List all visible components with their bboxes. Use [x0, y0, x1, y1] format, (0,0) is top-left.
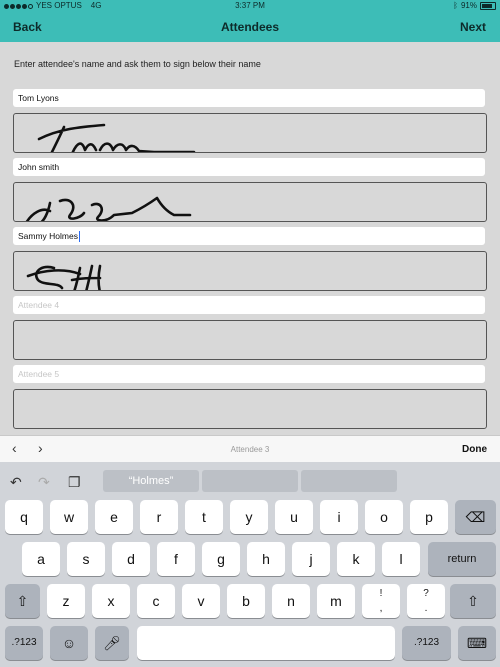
space-bar[interactable]: [137, 626, 395, 660]
shift-key-left[interactable]: ⇧: [5, 584, 40, 618]
signature-drawing: [37, 123, 196, 152]
microphone-icon: 🎤︎: [103, 635, 121, 651]
return-key[interactable]: return: [428, 542, 496, 576]
status-right: ᛒ 91%: [453, 0, 496, 12]
question-period-key[interactable]: ? .: [407, 584, 445, 618]
key-v[interactable]: v: [182, 584, 220, 618]
undo-icon[interactable]: ↶: [10, 474, 22, 491]
attendee-2-name-field[interactable]: John smith: [13, 158, 485, 176]
key-n[interactable]: n: [272, 584, 310, 618]
shift-icon: ⇧: [16, 593, 29, 609]
signature-drawing: [25, 196, 192, 221]
attendee-4-placeholder: Attendee 4: [18, 300, 60, 310]
backspace-key[interactable]: ⌫: [455, 500, 496, 534]
key-e[interactable]: e: [95, 500, 133, 534]
bluetooth-icon: ᛒ: [453, 1, 458, 10]
attendee-5-signature-pad[interactable]: [13, 389, 487, 429]
key-j[interactable]: j: [292, 542, 330, 576]
page-title: Attendees: [220, 20, 279, 34]
key-z[interactable]: z: [47, 584, 85, 618]
keyboard-toolbar: ↶ ↷ ❐ “Holmes”: [0, 462, 500, 497]
key-b[interactable]: b: [227, 584, 265, 618]
key-s[interactable]: s: [67, 542, 105, 576]
keyboard: ↶ ↷ ❐ “Holmes” q w e r t y u i o p ⌫ a s…: [0, 462, 500, 667]
exclamation-comma-key[interactable]: ! ,: [362, 584, 400, 618]
attendee-5-placeholder: Attendee 5: [18, 369, 60, 379]
key-d[interactable]: d: [112, 542, 150, 576]
attendee-1-name-field[interactable]: Tom Lyons: [13, 89, 485, 107]
backspace-icon: ⌫: [465, 509, 486, 525]
attendee-4-name-field[interactable]: Attendee 4: [13, 296, 485, 314]
key-u[interactable]: u: [275, 500, 313, 534]
keyboard-dismiss-icon: ⌨: [466, 635, 488, 651]
key-bottom-label: .: [424, 603, 428, 614]
instructions-text: Enter attendee's name and ask them to si…: [14, 59, 261, 69]
numbers-key-left[interactable]: .?123: [5, 626, 43, 660]
suggestion-1[interactable]: “Holmes”: [103, 470, 199, 492]
suggestion-2[interactable]: [202, 470, 298, 492]
key-m[interactable]: m: [317, 584, 355, 618]
key-k[interactable]: k: [337, 542, 375, 576]
key-t[interactable]: t: [185, 500, 223, 534]
current-field-label: Attendee 3: [230, 445, 270, 454]
navigation-bar: Back Attendees Next: [0, 12, 500, 42]
key-i[interactable]: i: [320, 500, 358, 534]
key-o[interactable]: o: [365, 500, 403, 534]
shift-key-right[interactable]: ⇧: [450, 584, 496, 618]
key-r[interactable]: r: [140, 500, 178, 534]
redo-icon[interactable]: ↷: [38, 474, 50, 491]
key-q[interactable]: q: [5, 500, 43, 534]
key-f[interactable]: f: [157, 542, 195, 576]
key-w[interactable]: w: [50, 500, 88, 534]
attendee-1-name-value: Tom Lyons: [18, 93, 59, 103]
numbers-key-right[interactable]: .?123: [402, 626, 451, 660]
attendee-2-signature-pad[interactable]: [13, 182, 487, 222]
key-bottom-label: ,: [379, 603, 383, 614]
text-caret: [78, 231, 80, 243]
keyboard-accessory-bar: ‹ › Attendee 3 Done: [0, 435, 500, 463]
key-top-label: !: [379, 588, 383, 599]
microphone-key[interactable]: 🎤︎: [95, 626, 129, 660]
status-time: 3:37 PM: [235, 1, 265, 10]
status-bar: YES OPTUS 4G 3:37 PM ᛒ 91%: [0, 0, 500, 12]
key-p[interactable]: p: [410, 500, 448, 534]
attendee-2-name-value: John smith: [18, 162, 60, 172]
shift-icon: ⇧: [467, 593, 479, 609]
emoji-key[interactable]: ☺: [50, 626, 88, 660]
key-top-label: ?: [423, 588, 429, 599]
key-l[interactable]: l: [382, 542, 420, 576]
attendee-5-name-field[interactable]: Attendee 5: [13, 365, 485, 383]
paste-icon[interactable]: ❐: [68, 474, 81, 491]
attendee-1-signature-pad[interactable]: [13, 113, 487, 153]
key-a[interactable]: a: [22, 542, 60, 576]
key-x[interactable]: x: [92, 584, 130, 618]
signature-drawing: [26, 264, 102, 290]
emoji-icon: ☺: [61, 635, 77, 651]
done-button[interactable]: Done: [462, 444, 487, 455]
battery-percent: 91%: [460, 1, 477, 10]
key-y[interactable]: y: [230, 500, 268, 534]
suggestion-3[interactable]: [301, 470, 397, 492]
next-button[interactable]: Next: [460, 20, 486, 34]
battery-icon: [480, 2, 496, 10]
key-c[interactable]: c: [137, 584, 175, 618]
attendee-3-name-field[interactable]: Sammy Holmes: [13, 227, 485, 245]
attendee-3-name-value: Sammy Holmes: [18, 231, 78, 241]
attendee-3-signature-pad[interactable]: [13, 251, 487, 291]
keyboard-dismiss-key[interactable]: ⌨: [458, 626, 496, 660]
key-h[interactable]: h: [247, 542, 285, 576]
key-g[interactable]: g: [202, 542, 240, 576]
attendee-4-signature-pad[interactable]: [13, 320, 487, 360]
